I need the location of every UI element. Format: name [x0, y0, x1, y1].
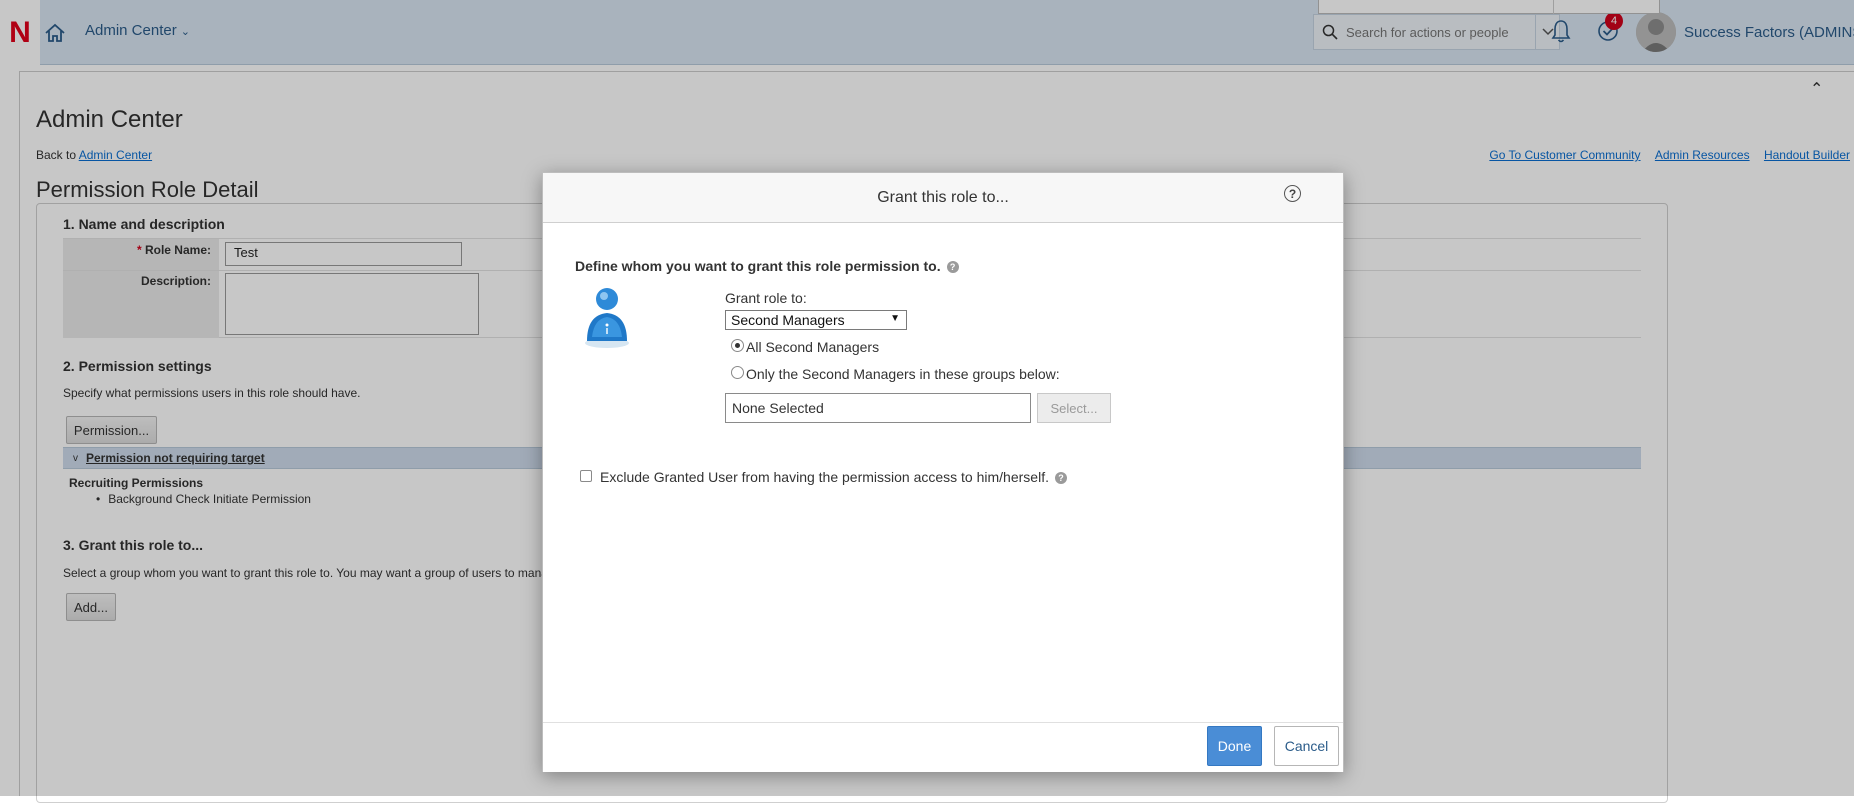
dialog-header: Grant this role to...	[543, 173, 1343, 223]
dropdown-arrow-icon: ▼	[890, 313, 900, 324]
done-button[interactable]: Done	[1207, 726, 1262, 766]
cancel-button[interactable]: Cancel	[1274, 726, 1339, 766]
dialog-title: Grant this role to...	[877, 188, 1009, 206]
grant-role-label: Grant role to:	[725, 290, 807, 306]
help-icon[interactable]: ?	[1054, 472, 1067, 485]
radio-only-label: Only the Second Managers in these groups…	[746, 366, 1060, 382]
radio-all-second-managers[interactable]	[731, 339, 744, 352]
help-icon[interactable]: ?	[946, 261, 959, 274]
user-group-icon	[585, 288, 629, 348]
exclude-checkbox[interactable]	[580, 470, 592, 482]
grant-role-select[interactable]: Second Managers ▼	[725, 310, 907, 330]
exclude-label: Exclude Granted User from having the per…	[600, 469, 1067, 485]
exclude-text: Exclude Granted User from having the per…	[600, 469, 1049, 485]
radio-only-groups[interactable]	[731, 366, 744, 379]
radio-all-label: All Second Managers	[746, 339, 880, 355]
grant-role-value: Second Managers	[731, 312, 845, 328]
define-instruction: Define whom you want to grant this role …	[575, 258, 959, 274]
group-selection-field[interactable]: None Selected	[725, 393, 1031, 423]
define-text: Define whom you want to grant this role …	[575, 258, 941, 274]
grant-role-dialog: Grant this role to... ? Define whom you …	[542, 172, 1344, 772]
select-groups-button[interactable]: Select...	[1037, 393, 1111, 423]
help-icon[interactable]: ?	[1284, 185, 1301, 202]
